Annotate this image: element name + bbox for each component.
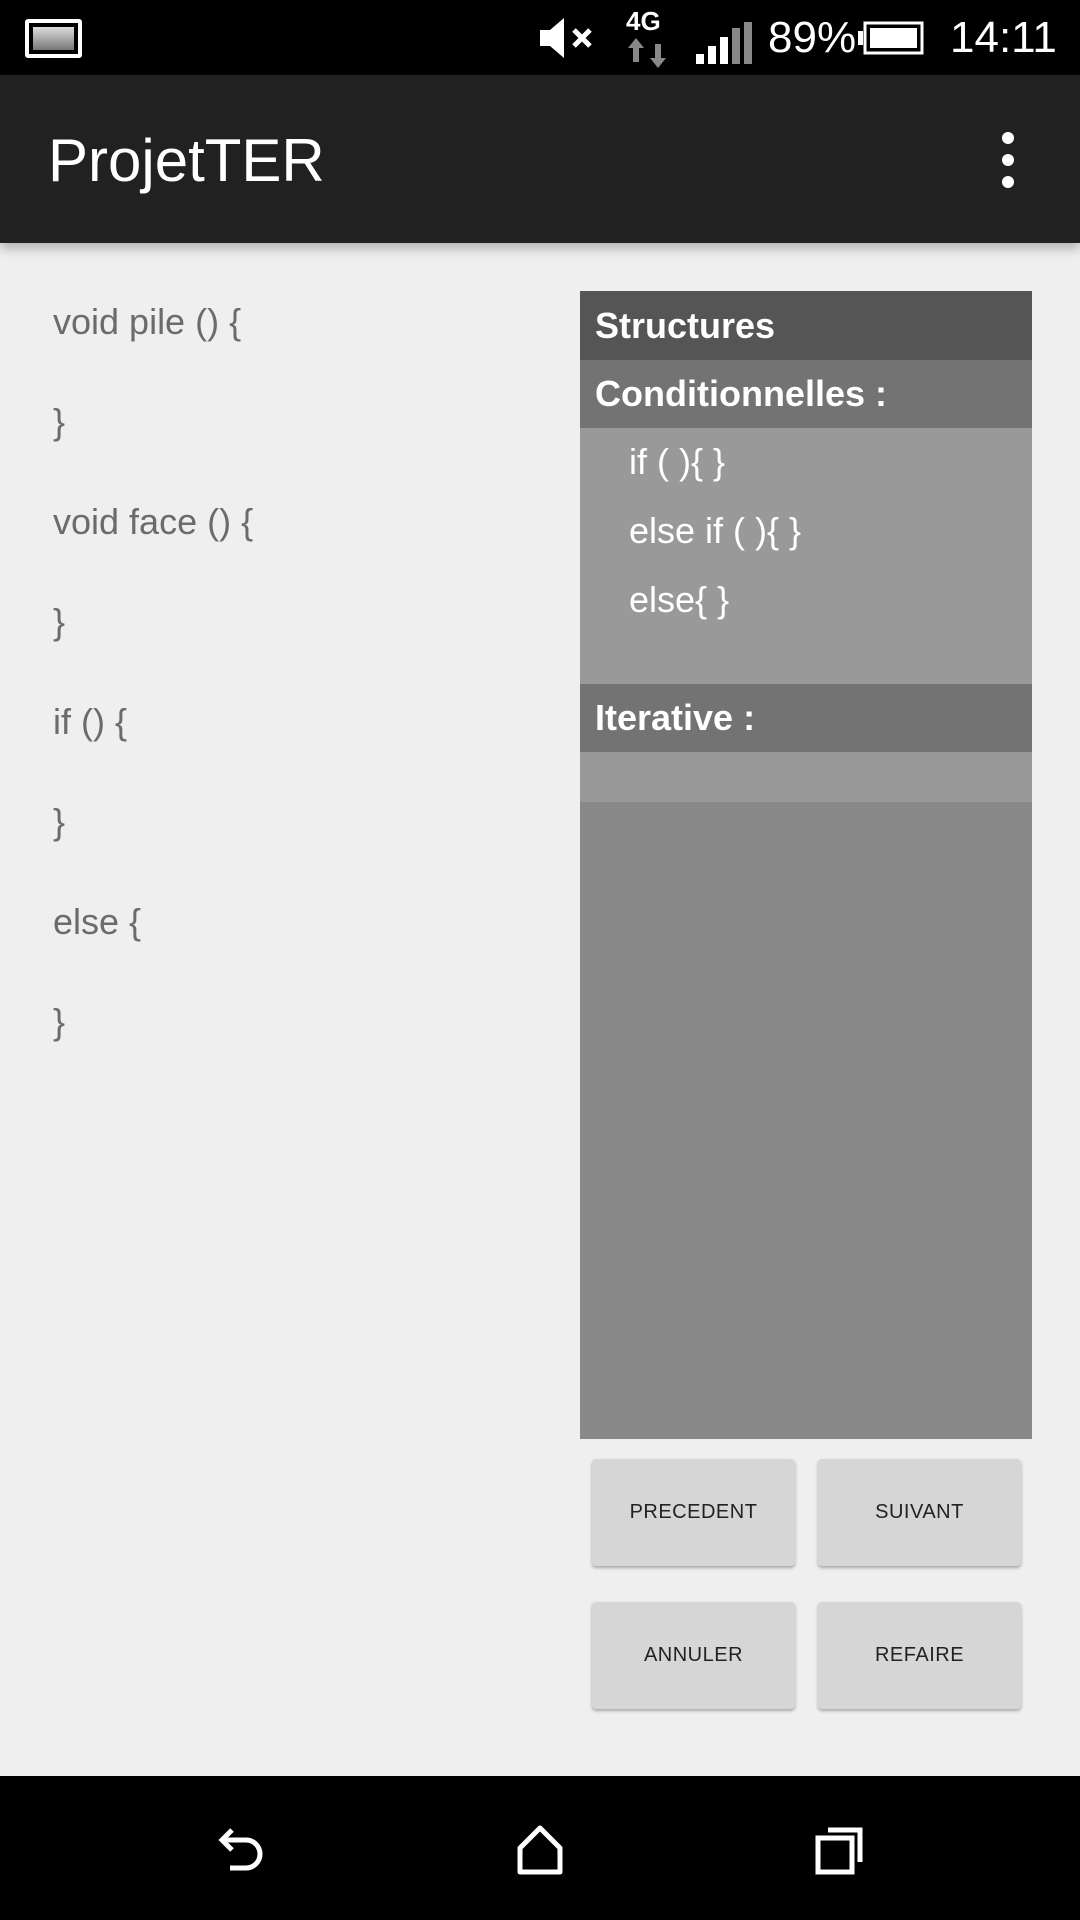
navigation-bar [0, 1776, 1080, 1920]
code-line: void face () { [53, 501, 254, 542]
more-vert-icon[interactable] [990, 130, 1026, 190]
conditional-list: if ( ){ } else if ( ){ } else{ } [580, 428, 1032, 684]
app-bar: ProjetTER [0, 75, 1080, 243]
redo-button[interactable]: REFAIRE [818, 1602, 1021, 1709]
cancel-button[interactable]: ANNULER [592, 1602, 795, 1709]
status-bar: 4G 89% 14:11 [0, 0, 1080, 75]
code-line: } [53, 1001, 66, 1042]
code-line: } [53, 601, 66, 642]
conditional-section-label: Conditionnelles : [595, 373, 887, 414]
structures-panel: Structures Conditionnelles : if ( ){ } e… [580, 291, 1032, 1439]
code-line: else { [53, 901, 142, 942]
code-line: void pile () { [53, 301, 242, 342]
battery-percent: 89% [768, 13, 857, 62]
list-item-if[interactable]: if ( ){ } [629, 440, 725, 484]
iterative-section-label: Iterative : [595, 697, 756, 738]
code-line: } [53, 401, 66, 442]
recents-icon[interactable] [810, 1820, 870, 1880]
battery-icon [858, 21, 924, 55]
panel-header: Structures [580, 291, 1032, 360]
4g-icon: 4G [626, 6, 666, 68]
conditional-section-header[interactable]: Conditionnelles : [580, 360, 1032, 428]
clock: 14:11 [950, 13, 1057, 62]
image-icon [25, 19, 82, 58]
signal-icon [696, 22, 752, 64]
iterative-list [580, 752, 1032, 802]
next-button[interactable]: SUIVANT [818, 1459, 1021, 1566]
app-title: ProjetTER [48, 127, 325, 194]
svg-text:4G: 4G [626, 6, 661, 36]
panel-title: Structures [595, 305, 776, 346]
code-line: } [53, 801, 66, 842]
home-icon[interactable] [510, 1820, 570, 1880]
iterative-section-header[interactable]: Iterative : [580, 684, 1032, 752]
list-item-else[interactable]: else{ } [629, 578, 729, 622]
previous-button[interactable]: PRECEDENT [592, 1459, 795, 1566]
list-item-else-if[interactable]: else if ( ){ } [629, 509, 801, 553]
back-icon[interactable] [210, 1820, 270, 1880]
code-line: if () { [53, 701, 128, 742]
mute-icon [540, 18, 592, 58]
